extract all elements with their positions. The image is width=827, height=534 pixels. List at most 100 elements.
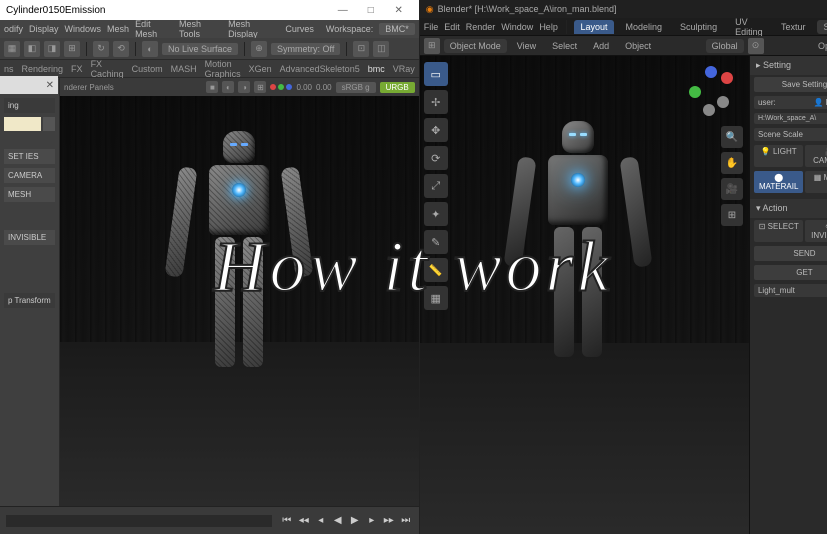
menu-file[interactable]: File [424,22,439,32]
live-surface-dropdown[interactable]: No Live Surface [162,43,238,55]
tool-icon[interactable]: ⟲ [113,41,129,57]
timeline-track[interactable] [6,515,272,527]
camera-tab[interactable]: 🎥 CAMERA [805,145,827,167]
menu-view[interactable]: View [511,39,542,53]
tool-icon[interactable]: ◧ [24,41,40,57]
snap-icon[interactable]: ⊙ [748,38,764,54]
shelf-tab[interactable]: VRay [393,64,415,74]
tool-icon[interactable]: ⊞ [64,41,80,57]
vp-icon[interactable]: ⊞ [254,81,266,93]
scale-tool-icon[interactable]: ⤢ [424,174,448,198]
invisible-button[interactable]: INVISIBLE [4,230,55,245]
menu-select[interactable]: Select [546,39,583,53]
step-back-icon[interactable]: ◂◂ [297,514,311,528]
camera-view-icon[interactable]: 🎥 [721,178,743,200]
menu-render[interactable]: Render [466,22,496,32]
shelf-tab[interactable]: XGen [249,64,272,74]
tool-icon[interactable]: ◨ [44,41,60,57]
menu-windows[interactable]: Windows [65,24,102,34]
play-icon[interactable]: ▶ [348,514,362,528]
path-field[interactable]: H:\Work_space_A\ [754,113,827,124]
tool-icon[interactable]: ◐ [142,41,158,57]
menu-window[interactable]: Window [501,22,533,32]
send-button[interactable]: SEND [754,246,827,261]
close-button[interactable]: ✕ [385,5,413,16]
go-start-icon[interactable]: ⏮ [280,514,294,528]
tool-icon[interactable]: ↻ [93,41,109,57]
urgb-button[interactable]: URGB [380,82,415,93]
vp-icon[interactable]: ◐ [222,81,234,93]
shelf-tab[interactable]: Rendering [22,64,64,74]
get-button[interactable]: GET [754,265,827,280]
menu-object[interactable]: Object [619,39,657,53]
select-button[interactable]: ⊡ SELECT [754,220,804,242]
move-tool-icon[interactable]: ✥ [424,118,448,142]
gizmo-x-icon[interactable] [721,72,733,84]
user-dropdown[interactable]: user:👤 Default [754,96,827,109]
shelf-tab[interactable]: FX [71,64,83,74]
tab-sculpting[interactable]: Sculpting [674,20,723,34]
shelf-tab[interactable]: FX Caching [91,59,124,79]
mesh-tab[interactable]: ▦ MESH [805,171,827,193]
cursor-tool-icon[interactable]: ✢ [424,90,448,114]
panel-menu[interactable]: nderer Panels [64,83,114,92]
step-fwd-icon[interactable]: ▸▸ [382,514,396,528]
options-button[interactable]: Options [812,39,827,53]
mode-dropdown[interactable]: Object Mode [444,39,507,53]
shelf-tab[interactable]: AdvancedSkeleton5 [280,64,360,74]
value-field[interactable]: 0.00 [296,83,312,92]
vp-icon[interactable]: ■ [206,81,218,93]
material-tab[interactable]: ⬤ MATERAIL [754,171,804,193]
swatch-button[interactable] [43,117,55,131]
light-tab[interactable]: 💡 LIGHT [754,145,804,167]
gizmo-z-icon[interactable] [705,66,717,78]
editor-type-icon[interactable]: ⊞ [424,38,440,54]
tool-icon[interactable]: ▦ [4,41,20,57]
go-end-icon[interactable]: ⏭ [399,514,413,528]
menu-edit[interactable]: Edit [444,22,460,32]
shelf-tab-active[interactable]: bmc [368,64,385,74]
panel-tab-close[interactable]: ✕ [0,76,58,94]
transform-tool-icon[interactable]: ✦ [424,202,448,226]
tab-layout[interactable]: Layout [574,20,613,34]
gizmo-neg-icon[interactable] [717,96,729,108]
shelf-tab[interactable]: Custom [132,64,163,74]
transform-button[interactable]: p Transform [4,293,55,308]
maximize-button[interactable]: □ [357,5,385,16]
menu-modify[interactable]: odify [4,24,23,34]
tab-texturing[interactable]: Textur [775,20,812,34]
magnet-icon[interactable]: ⊕ [251,41,267,57]
blender-viewport[interactable]: ▭ ✢ ✥ ⟳ ⤢ ✦ ✎ 📏 ▦ [420,56,749,534]
viewport-3d[interactable] [60,96,419,506]
workspace-dropdown[interactable]: BMC* [379,23,415,35]
measure-tool-icon[interactable]: 📏 [424,258,448,282]
menu-curves[interactable]: Curves [285,24,314,34]
save-setting-button[interactable]: Save Setting [754,77,827,92]
value-field[interactable]: 0.00 [316,83,332,92]
maya-viewport[interactable]: nderer Panels ■ ◐ ◑ ⊞ 0.00 0.00 sRGB g U… [60,78,419,506]
invisible-button[interactable]: 👁 INVISIBLE [805,220,827,242]
tool-icon[interactable]: ⊡ [353,41,369,57]
model-ironman[interactable] [174,131,304,431]
perspective-icon[interactable]: ⊞ [721,204,743,226]
orientation-dropdown[interactable]: Global [706,39,744,53]
next-frame-icon[interactable]: ▸ [365,514,379,528]
mesh-button[interactable]: MESH [4,187,55,202]
menu-mesh[interactable]: Mesh [107,24,129,34]
shelf-tab[interactable]: MASH [171,64,197,74]
menu-display[interactable]: Display [29,24,59,34]
prev-frame-icon[interactable]: ◂ [314,514,328,528]
navigation-gizmo[interactable] [685,66,739,120]
model-ironman[interactable] [513,121,643,421]
zoom-icon[interactable]: 🔍 [721,126,743,148]
color-swatch[interactable] [4,117,41,131]
menu-help[interactable]: Help [539,22,558,32]
camera-button[interactable]: CAMERA [4,168,55,183]
pan-icon[interactable]: ✋ [721,152,743,174]
tab-uv-editing[interactable]: UV Editing [729,15,769,39]
menu-add[interactable]: Add [587,39,615,53]
symmetry-dropdown[interactable]: Symmetry: Off [271,43,340,55]
gizmo-neg-icon[interactable] [703,104,715,116]
menu-mesh-tools[interactable]: Mesh Tools [179,19,222,39]
select-tool-icon[interactable]: ▭ [424,62,448,86]
